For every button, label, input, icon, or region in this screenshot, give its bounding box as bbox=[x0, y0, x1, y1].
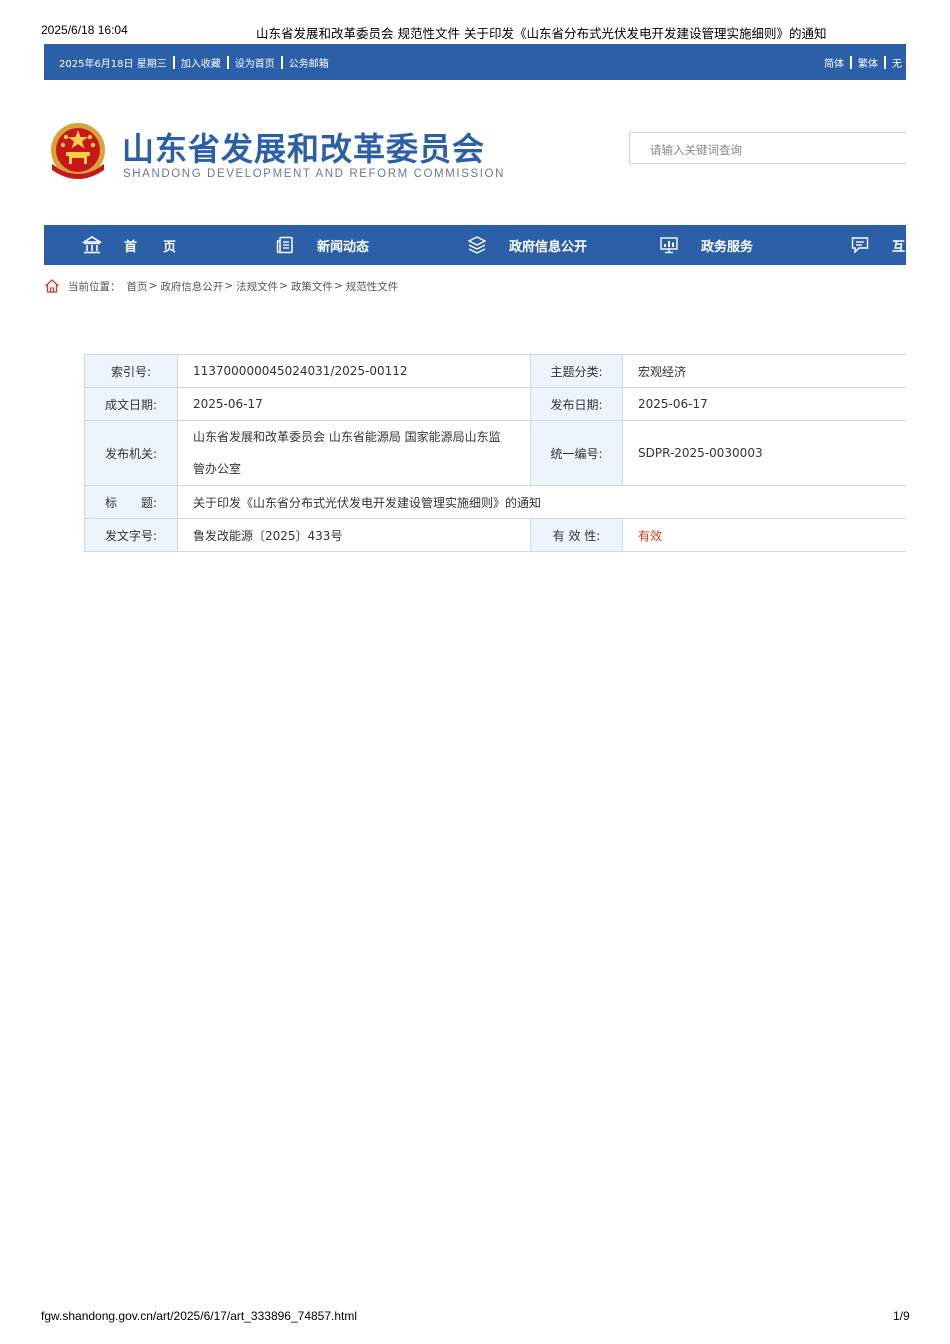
nav-item-label: 政务服务 bbox=[701, 239, 754, 255]
index-no-label: 索引号: bbox=[84, 354, 178, 388]
written-date-label: 成文日期: bbox=[84, 387, 178, 421]
add-favorite-link[interactable]: 加入收藏 bbox=[181, 55, 221, 70]
nav-item-label: 政府信息公开 bbox=[509, 239, 588, 255]
document-info-table: 索引号: 113700000045024031/2025-00112 主题分类:… bbox=[84, 354, 906, 552]
nav-item-home[interactable]: 首 页 bbox=[82, 225, 176, 265]
main-nav: 首 页 新闻动态 政府信息公开 政务服务 互 bbox=[44, 225, 906, 265]
chat-icon bbox=[851, 237, 869, 254]
table-row: 成文日期: 2025-06-17 发布日期: 2025-06-17 bbox=[84, 387, 906, 421]
written-date-value: 2025-06-17 bbox=[177, 387, 531, 421]
doc-no-value: 鲁发改能源〔2025〕433号 bbox=[177, 518, 531, 552]
validity-label: 有 效 性: bbox=[530, 518, 623, 552]
breadcrumb-regulations-link[interactable]: 法规文件 bbox=[236, 279, 278, 294]
newspaper-icon bbox=[276, 236, 293, 254]
topic-value: 宏观经济 bbox=[622, 354, 906, 388]
layers-icon bbox=[467, 236, 487, 254]
breadcrumb-label: 当前位置： bbox=[68, 280, 121, 293]
official-mail-link[interactable]: 公务邮箱 bbox=[289, 55, 329, 70]
table-row: 发布机关: 山东省发展和改革委员会 山东省能源局 国家能源局山东监 管办公室 统… bbox=[84, 420, 906, 486]
breadcrumb: 当前位置： 首页 > 政府信息公开 > 法规文件 > 政策文件 > 规范性文件 bbox=[44, 278, 398, 294]
home-icon bbox=[45, 279, 59, 293]
title-value: 关于印发《山东省分布式光伏发电开发建设管理实施细则》的通知 bbox=[177, 485, 906, 519]
print-url: fgw.shandong.gov.cn/art/2025/6/17/art_33… bbox=[41, 1309, 358, 1323]
site-subtitle: SHANDONG DEVELOPMENT AND REFORM COMMISSI… bbox=[123, 168, 505, 180]
breadcrumb-separator: > bbox=[224, 280, 234, 292]
bank-icon bbox=[82, 236, 102, 254]
breadcrumb-gov-info-link[interactable]: 政府信息公开 bbox=[160, 279, 223, 294]
table-row: 发文字号: 鲁发改能源〔2025〕433号 有 效 性: 有效 bbox=[84, 518, 906, 552]
site-title: 山东省发展和改革委员会 bbox=[122, 130, 486, 168]
set-homepage-link[interactable]: 设为首页 bbox=[235, 55, 275, 70]
doc-no-label: 发文字号: bbox=[84, 518, 178, 552]
publish-date-value: 2025-06-17 bbox=[622, 387, 906, 421]
table-row: 索引号: 113700000045024031/2025-00112 主题分类:… bbox=[84, 354, 906, 388]
nav-item-label: 新闻动态 bbox=[317, 239, 370, 255]
nav-item-label: 首 页 bbox=[124, 239, 177, 255]
nav-item-gov-info[interactable]: 政府信息公开 bbox=[467, 225, 587, 265]
current-date: 2025年6月18日 星期三 bbox=[59, 59, 167, 70]
nav-item-services[interactable]: 政务服务 bbox=[659, 225, 753, 265]
divider bbox=[850, 56, 852, 69]
issuer-value: 山东省发展和改革委员会 山东省能源局 国家能源局山东监 管办公室 bbox=[177, 420, 531, 486]
title-label: 标 题: bbox=[84, 485, 178, 519]
validity-value: 有效 bbox=[622, 518, 906, 552]
monitor-chart-icon bbox=[660, 237, 678, 254]
nav-item-news[interactable]: 新闻动态 bbox=[275, 225, 369, 265]
breadcrumb-policy-link[interactable]: 政策文件 bbox=[291, 279, 333, 294]
breadcrumb-normative-link[interactable]: 规范性文件 bbox=[346, 279, 399, 294]
search-placeholder: 请输入关键词查询 bbox=[650, 143, 742, 157]
issuer-line: 山东省发展和改革委员会 山东省能源局 国家能源局山东监 bbox=[193, 430, 501, 444]
index-no-value: 113700000045024031/2025-00112 bbox=[177, 354, 531, 388]
publish-date-label: 发布日期: bbox=[530, 387, 623, 421]
national-emblem-icon bbox=[51, 123, 105, 179]
divider bbox=[884, 56, 886, 69]
nav-item-interaction[interactable]: 互 bbox=[850, 225, 905, 265]
search-input[interactable]: 请输入关键词查询 bbox=[629, 132, 906, 164]
accessibility-link[interactable]: 无 bbox=[892, 55, 902, 70]
divider bbox=[280, 56, 283, 69]
topic-label: 主题分类: bbox=[530, 354, 623, 388]
simplified-chinese-link[interactable]: 简体 bbox=[824, 55, 844, 70]
print-page-number: 1/9 bbox=[893, 1309, 910, 1323]
breadcrumb-separator: > bbox=[333, 280, 343, 292]
divider bbox=[226, 56, 229, 69]
nav-item-label: 互 bbox=[892, 239, 906, 255]
traditional-chinese-link[interactable]: 繁体 bbox=[858, 55, 878, 70]
breadcrumb-separator: > bbox=[148, 280, 158, 292]
breadcrumb-home-link[interactable]: 首页 bbox=[127, 279, 148, 294]
page-viewport: 2025年6月18日 星期三 加入收藏 设为首页 公务邮箱 简体 繁体 无 山东… bbox=[44, 0, 906, 1344]
issuer-line: 管办公室 bbox=[193, 462, 242, 476]
unified-no-value: SDPR-2025-0030003 bbox=[622, 420, 906, 486]
breadcrumb-separator: > bbox=[279, 280, 288, 292]
unified-no-label: 统一编号: bbox=[530, 420, 623, 486]
issuer-label: 发布机关: bbox=[84, 420, 178, 486]
table-row: 标 题: 关于印发《山东省分布式光伏发电开发建设管理实施细则》的通知 bbox=[84, 485, 906, 519]
top-utility-bar: 2025年6月18日 星期三 加入收藏 设为首页 公务邮箱 简体 繁体 无 bbox=[44, 44, 906, 80]
divider bbox=[172, 56, 175, 69]
